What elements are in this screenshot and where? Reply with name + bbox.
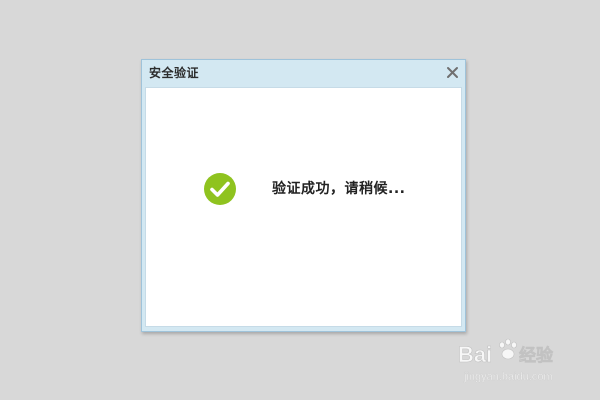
- dialog-title: 安全验证: [149, 66, 200, 80]
- security-verification-dialog: 安全验证 验证成功，请稍候...: [141, 59, 466, 332]
- svg-text:Bai: Bai: [458, 342, 492, 367]
- dialog-titlebar: 安全验证: [142, 60, 465, 86]
- close-icon[interactable]: [446, 66, 459, 79]
- watermark-url: jingyan.baidu.com: [463, 371, 553, 383]
- dialog-body: 验证成功，请稍候...: [145, 87, 462, 327]
- baidu-jingyan-watermark: Bai 经验 jingyan.baidu.com: [456, 334, 566, 384]
- verification-success-message: 验证成功，请稍候...: [272, 181, 406, 197]
- svg-text:经验: 经验: [519, 345, 554, 366]
- check-circle-icon: [203, 172, 237, 206]
